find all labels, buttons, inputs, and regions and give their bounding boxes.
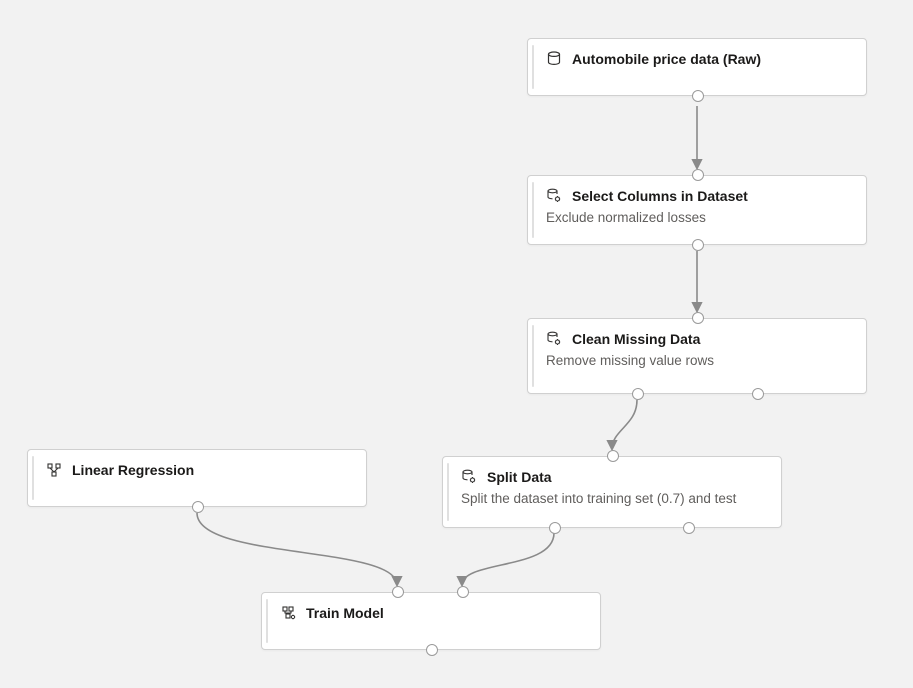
regression-icon xyxy=(46,462,62,478)
node-split-data[interactable]: Split Data Split the dataset into traini… xyxy=(442,456,782,528)
pipeline-canvas[interactable]: Automobile price data (Raw) Select Colum… xyxy=(0,0,913,688)
db-gear-icon xyxy=(546,331,562,347)
output-port-2[interactable] xyxy=(683,522,695,534)
db-gear-icon xyxy=(461,469,477,485)
db-gear-icon xyxy=(546,188,562,204)
node-accent xyxy=(447,463,449,521)
input-port[interactable] xyxy=(692,169,704,181)
node-accent xyxy=(532,182,534,238)
output-port-1[interactable] xyxy=(549,522,561,534)
node-accent xyxy=(532,325,534,387)
node-accent xyxy=(32,456,34,500)
node-clean-missing[interactable]: Clean Missing Data Remove missing value … xyxy=(527,318,867,394)
input-port-1[interactable] xyxy=(392,586,404,598)
edge-clean-to-split xyxy=(612,400,637,449)
node-accent xyxy=(266,599,268,643)
node-select-columns[interactable]: Select Columns in Dataset Exclude normal… xyxy=(527,175,867,245)
node-train-model[interactable]: Train Model xyxy=(261,592,601,650)
output-port[interactable] xyxy=(426,644,438,656)
node-subtitle: Exclude normalized losses xyxy=(546,210,852,225)
input-port-2[interactable] xyxy=(457,586,469,598)
input-port[interactable] xyxy=(692,312,704,324)
node-linear-regression[interactable]: Linear Regression xyxy=(27,449,367,507)
train-icon xyxy=(280,605,296,621)
edge-linreg-to-train xyxy=(197,513,397,585)
node-title: Split Data xyxy=(487,469,552,485)
output-port-2[interactable] xyxy=(752,388,764,400)
database-icon xyxy=(546,51,562,67)
node-subtitle: Remove missing value rows xyxy=(546,353,852,368)
output-port-1[interactable] xyxy=(632,388,644,400)
node-title: Automobile price data (Raw) xyxy=(572,51,761,67)
node-subtitle: Split the dataset into training set (0.7… xyxy=(461,491,767,506)
node-accent xyxy=(532,45,534,89)
output-port[interactable] xyxy=(692,239,704,251)
node-title: Select Columns in Dataset xyxy=(572,188,748,204)
node-title: Train Model xyxy=(306,605,384,621)
edge-split-to-train xyxy=(462,533,554,585)
output-port[interactable] xyxy=(692,90,704,102)
output-port[interactable] xyxy=(192,501,204,513)
node-automobile-raw[interactable]: Automobile price data (Raw) xyxy=(527,38,867,96)
input-port[interactable] xyxy=(607,450,619,462)
node-title: Linear Regression xyxy=(72,462,194,478)
node-title: Clean Missing Data xyxy=(572,331,700,347)
